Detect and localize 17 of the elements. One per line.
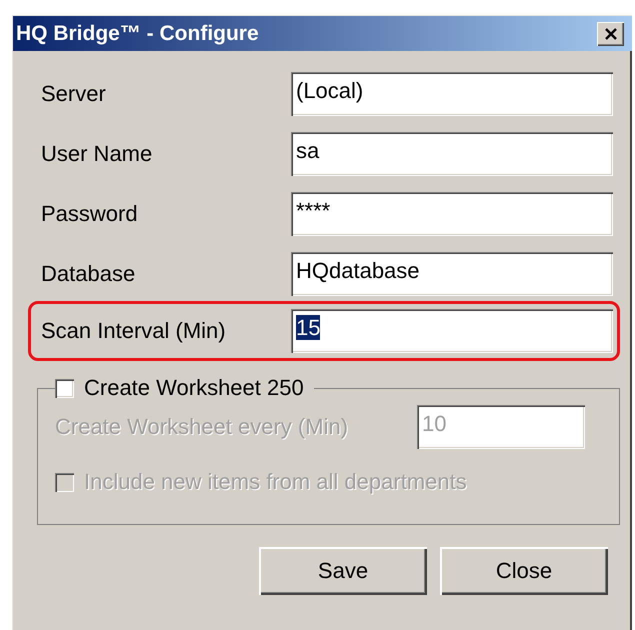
- input-field[interactable]: 15: [291, 309, 613, 353]
- checkbox-label: Create Worksheet 250: [84, 375, 304, 401]
- input-field[interactable]: HQdatabase: [291, 252, 613, 296]
- dialog-button[interactable]: Close: [440, 547, 608, 595]
- field-label: User Name: [41, 141, 154, 167]
- close-button[interactable]: [597, 22, 624, 46]
- field-label: Database: [41, 261, 136, 287]
- field-label: Scan Interval (Min): [41, 318, 227, 344]
- field-label: Password: [41, 201, 139, 227]
- window-title: HQ Bridge™ - Configure: [16, 22, 259, 46]
- checkbox[interactable]: [55, 378, 74, 398]
- input-field[interactable]: (Local): [291, 72, 613, 116]
- input-field[interactable]: sa: [291, 132, 613, 176]
- input-field[interactable]: ****: [291, 192, 613, 236]
- dialog-button[interactable]: Save: [259, 547, 427, 595]
- close-icon: [604, 28, 618, 40]
- field-label: Server: [41, 81, 107, 107]
